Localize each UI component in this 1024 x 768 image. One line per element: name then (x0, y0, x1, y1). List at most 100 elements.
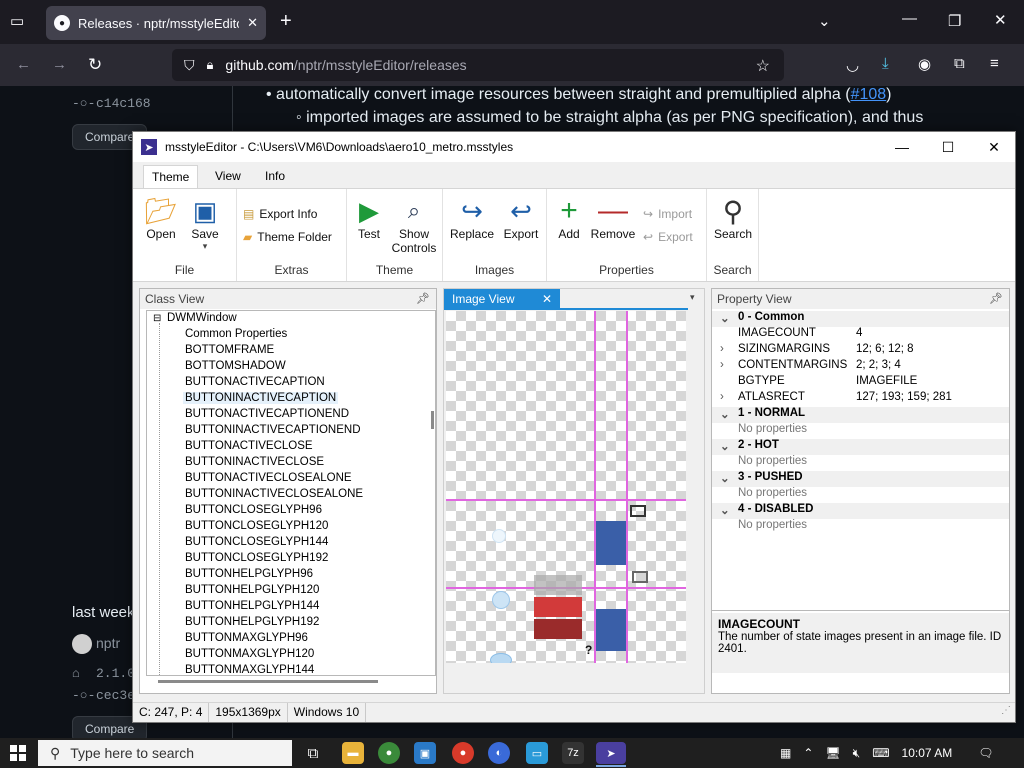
image-view-dropdown-icon[interactable]: ▾ (690, 292, 695, 303)
window-title-bar[interactable]: ➤ msstyleEditor - C:\Users\VM6\Downloads… (133, 132, 1015, 162)
tree-vertical-scrollbar[interactable] (431, 411, 434, 429)
shield-icon[interactable]: ⛉ (184, 57, 195, 74)
bookmark-star-icon[interactable]: ☆ (756, 56, 770, 76)
collapse-chevron-icon[interactable]: ⌄ (720, 471, 730, 485)
save-dropdown-icon[interactable]: ▾ (185, 241, 225, 252)
tree-item[interactable]: BUTTONMAXGLYPH144 (185, 664, 314, 675)
search-button[interactable]: ⚲ Search (711, 195, 755, 242)
new-tab-icon[interactable]: + (280, 10, 292, 33)
remove-button[interactable]: — Remove (589, 194, 637, 241)
theme-folder-button[interactable]: ▰ Theme Folder (243, 230, 332, 244)
export-property-button[interactable]: ↩ Export (643, 230, 693, 244)
tree-item[interactable]: BUTTONCLOSEGLYPH144 (185, 536, 328, 548)
property-grid[interactable]: ⌄ 0 - Common IMAGECOUNT 4 › SIZINGMARGINS 12… (712, 309, 1009, 611)
firefox-icon[interactable]: ◐ (488, 742, 510, 764)
close-button[interactable]: ✕ (971, 132, 1017, 162)
section-hot[interactable]: ⌄ 2 - HOT (712, 439, 1009, 455)
property-row-atlasrect[interactable]: › ATLASRECT 127; 193; 159; 281 (712, 391, 1009, 407)
tree-item[interactable]: BUTTONACTIVECAPTION (185, 376, 325, 388)
close-window-icon[interactable]: ✕ (994, 11, 1007, 29)
import-button[interactable]: ↪ Import (643, 207, 692, 221)
browser-tab-releases[interactable]: ● Releases · nptr/msstyleEditor ✕ (46, 6, 266, 40)
issue-link-108[interactable]: #108 (851, 86, 887, 103)
test-button[interactable]: ▶ Test (351, 195, 387, 242)
tree-horizontal-scrollbar[interactable] (158, 680, 378, 683)
author-avatar[interactable] (72, 634, 92, 654)
7zip-icon[interactable]: 7z (562, 742, 584, 764)
section-normal[interactable]: ⌄ 1 - NORMAL (712, 407, 1009, 423)
author-name[interactable]: nptr (96, 635, 120, 651)
save-button[interactable]: ▣ Save ▾ (185, 195, 225, 252)
property-row-contentmargins[interactable]: › CONTENTMARGINS 2; 2; 3; 4 (712, 359, 1009, 375)
url-bar[interactable]: ⛉ 🔒︎ github.com/nptr/msstyleEditor/relea… (172, 49, 784, 81)
chrome-icon-2[interactable]: ● (452, 742, 474, 764)
downloads-icon[interactable]: ⤓ (882, 55, 889, 72)
lock-icon[interactable]: 🔒︎ (207, 57, 214, 73)
resize-grip-icon[interactable]: ⋰ (997, 703, 1015, 722)
windows-start-icon[interactable] (10, 745, 26, 761)
class-tree[interactable]: ⊟ DWMWindow Common Properties BOTTOMFRAM… (146, 310, 436, 676)
tree-item[interactable]: BUTTONHELPGLYPH192 (185, 616, 319, 628)
tree-item[interactable]: BUTTONACTIVECLOSE (185, 440, 313, 452)
tree-item[interactable]: BUTTONHELPGLYPH144 (185, 600, 319, 612)
tree-item[interactable]: BUTTONINACTIVECLOSEALONE (185, 488, 363, 500)
property-row-bgtype[interactable]: BGTYPE IMAGEFILE (712, 375, 1009, 391)
tab-info[interactable]: Info (257, 165, 293, 189)
section-disabled[interactable]: ⌄ 4 - DISABLED (712, 503, 1009, 519)
image-canvas[interactable]: ? (446, 311, 686, 663)
tree-item-selected[interactable]: BUTTONINACTIVECAPTION (183, 392, 339, 404)
commit-hash-bottom[interactable]: cec3e (96, 688, 135, 703)
close-tab-icon[interactable]: ✕ (247, 15, 258, 31)
reload-icon[interactable]: ↻ (88, 55, 102, 75)
menu-hamburger-icon[interactable]: ≡ (990, 55, 999, 72)
forward-arrow-icon[interactable]: → (52, 56, 67, 73)
tree-item[interactable]: BUTTONINACTIVECLOSE (185, 456, 324, 468)
maximize-button[interactable]: ☐ (925, 132, 971, 162)
section-common[interactable]: ⌄ 0 - Common (712, 311, 1009, 327)
tree-item[interactable]: BUTTONMAXGLYPH96 (185, 632, 308, 644)
minimize-icon[interactable]: — (902, 10, 917, 27)
property-view-pin-icon[interactable]: 📌︎ (989, 292, 1003, 305)
tree-collapse-icon[interactable]: ⊟ (153, 313, 161, 324)
property-row-sizingmargins[interactable]: › SIZINGMARGINS 12; 6; 12; 8 (712, 343, 1009, 359)
tree-item[interactable]: BUTTONMAXGLYPH120 (185, 648, 314, 660)
expand-chevron-icon[interactable]: › (720, 391, 724, 403)
tree-item[interactable]: BUTTONCLOSEGLYPH96 (185, 504, 322, 516)
minimize-button[interactable]: — (879, 132, 925, 162)
tab-overview-icon[interactable]: ▭ (10, 12, 24, 30)
collapse-chevron-icon[interactable]: ⌄ (720, 439, 730, 453)
network-icon[interactable]: 🖥︎ (825, 746, 840, 760)
keyboard-icon[interactable]: ⌨ (872, 746, 889, 760)
app-icon-generic[interactable]: ▭ (526, 742, 548, 764)
close-image-view-icon[interactable]: ✕ (542, 292, 552, 306)
tree-item[interactable]: BUTTONACTIVECAPTIONEND (185, 408, 349, 420)
account-icon[interactable]: ◉ (918, 55, 931, 73)
class-view-pin-icon[interactable]: 📌︎ (416, 292, 430, 305)
tray-app-icon[interactable]: ▦ (780, 746, 791, 760)
tree-item[interactable]: BUTTONHELPGLYPH120 (185, 584, 319, 596)
tree-item[interactable]: BUTTONHELPGLYPH96 (185, 568, 313, 580)
tree-item[interactable]: BOTTOMFRAME (185, 344, 274, 356)
file-explorer-icon[interactable]: ▬ (342, 742, 364, 764)
tab-view[interactable]: View (207, 165, 249, 189)
notifications-icon[interactable]: 🗨︎ (978, 746, 993, 760)
expand-chevron-icon[interactable]: › (720, 359, 724, 371)
tree-item[interactable]: BUTTONCLOSEGLYPH192 (185, 552, 328, 564)
collapse-chevron-icon[interactable]: ⌄ (720, 503, 730, 517)
export-info-button[interactable]: ▤ Export Info (243, 207, 317, 221)
show-hidden-icons-chevron-icon[interactable]: ⌃ (803, 746, 813, 760)
tab-list-chevron-icon[interactable]: ⌄ (818, 12, 831, 30)
add-button[interactable]: + Add (551, 194, 587, 241)
tree-item[interactable]: BUTTONINACTIVECAPTIONEND (185, 424, 361, 436)
chrome-icon[interactable]: ● (378, 742, 400, 764)
property-row-imagecount[interactable]: IMAGECOUNT 4 (712, 327, 1009, 343)
open-button[interactable]: 📂︎ Open (141, 195, 181, 242)
collapse-chevron-icon[interactable]: ⌄ (720, 407, 730, 421)
tree-item[interactable]: BUTTONACTIVECLOSEALONE (185, 472, 352, 484)
export-image-button[interactable]: ↩ Export (499, 195, 543, 242)
image-view-tab[interactable]: Image View ✕ (444, 289, 560, 309)
back-arrow-icon[interactable]: ← (16, 56, 31, 73)
tab-theme[interactable]: Theme (143, 165, 199, 189)
extensions-icon[interactable]: ⧉ (954, 55, 965, 72)
volume-muted-icon[interactable]: 🔇︎ (853, 746, 861, 761)
